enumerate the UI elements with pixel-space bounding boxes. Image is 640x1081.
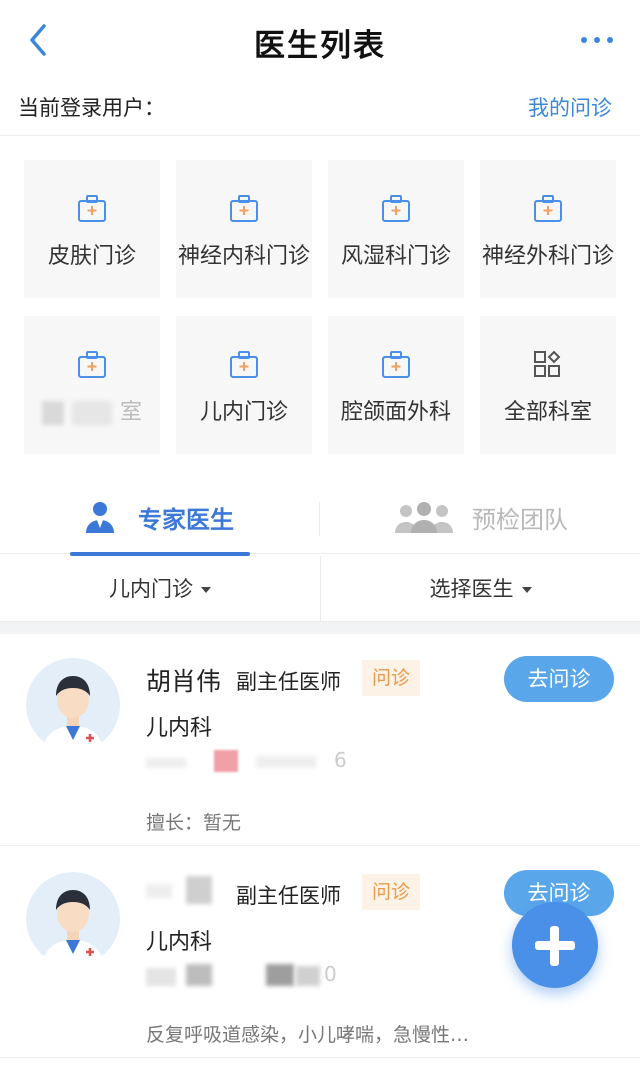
doctor-department: 儿内科 <box>146 930 213 955</box>
medical-kit-icon <box>382 195 410 222</box>
doctor-avatar <box>26 872 120 966</box>
doctor-specialty: 擅长：暂无 <box>146 812 242 834</box>
department-item[interactable]: 皮肤门诊 <box>24 160 160 298</box>
department-item[interactable]: 儿内门诊 <box>176 316 312 454</box>
department-label: 神经外科门诊 <box>481 244 614 269</box>
redacted-info: 0 <box>146 962 366 990</box>
section-gap <box>0 622 640 634</box>
department-grid: 皮肤门诊 神经内科门诊 风湿科门诊 神经外科门诊 室 儿内门诊 腔颌面外科 全部… <box>24 160 618 454</box>
medical-kit-icon <box>230 195 258 222</box>
caret-down-icon <box>521 587 532 593</box>
medical-kit-icon <box>78 195 106 222</box>
medical-kit-icon <box>78 351 106 378</box>
doctor-department: 儿内科 <box>146 716 213 741</box>
department-item[interactable]: 室 <box>24 316 160 454</box>
tab-label: 专家医生 <box>138 506 234 534</box>
medical-kit-icon <box>230 351 258 378</box>
current-user-label: 当前登录用户： <box>18 96 165 120</box>
department-filter-dropdown[interactable]: 儿内门诊 <box>0 556 320 622</box>
department-item-all[interactable]: 全部科室 <box>480 316 616 454</box>
department-label-redacted: 室 <box>24 394 160 426</box>
doctor-specialty: 反复呼吸道感染，小儿哮喘，急慢性… <box>146 1024 470 1046</box>
doctor-avatar <box>26 658 120 752</box>
medical-kit-icon <box>534 195 562 222</box>
consult-badge: 问诊 <box>362 660 420 696</box>
filter-bar: 儿内门诊 选择医生 <box>0 556 640 622</box>
my-consult-link[interactable]: 我的问诊 <box>528 92 612 122</box>
medical-kit-icon <box>382 351 410 378</box>
department-item[interactable]: 风湿科门诊 <box>328 160 464 298</box>
doctor-filter-dropdown[interactable]: 选择医生 <box>320 556 640 622</box>
department-label: 全部科室 <box>503 400 592 425</box>
page-title: 医生列表 <box>254 28 386 64</box>
department-filter-label: 儿内门诊 <box>109 577 193 601</box>
consult-badge: 问诊 <box>362 874 420 910</box>
doctor-filter-label: 选择医生 <box>429 577 514 601</box>
tab-expert-doctors[interactable]: 专家医生 <box>70 486 250 556</box>
tab-divider <box>319 502 320 536</box>
redacted-doctor-name <box>146 876 216 906</box>
department-label: 神经内科门诊 <box>177 244 310 269</box>
department-label: 皮肤门诊 <box>47 244 136 269</box>
department-item[interactable]: 神经外科门诊 <box>480 160 616 298</box>
go-consult-button[interactable]: 去问诊 <box>504 656 614 702</box>
department-label: 风湿科门诊 <box>340 244 451 269</box>
department-label: 儿内门诊 <box>199 400 288 425</box>
current-user-bar: 当前登录用户： 我的问诊 <box>0 80 640 136</box>
doctor-icon <box>86 502 114 533</box>
doctor-tabs: 专家医生 预检团队 <box>0 486 640 556</box>
grid-apps-icon <box>534 350 561 377</box>
department-item[interactable]: 腔颌面外科 <box>328 316 464 454</box>
more-icon[interactable] <box>580 30 614 50</box>
department-label: 腔颌面外科 <box>340 400 451 425</box>
doctor-title: 副主任医师 <box>236 670 341 694</box>
tab-precheck-team[interactable]: 预检团队 <box>390 486 590 554</box>
team-icon <box>395 502 453 533</box>
department-item[interactable]: 神经内科门诊 <box>176 160 312 298</box>
doctor-card[interactable]: 胡肖伟 副主任医师 问诊 去问诊 儿内科 6 擅长：暂无 <box>0 634 640 846</box>
tab-label: 预检团队 <box>472 506 568 534</box>
nav-bar: 医生列表 <box>0 0 640 80</box>
caret-down-icon <box>201 587 211 593</box>
doctor-title: 副主任医师 <box>236 884 341 908</box>
add-floating-button[interactable] <box>512 902 598 988</box>
redacted-info: 6 <box>146 748 366 776</box>
doctor-name: 胡肖伟 <box>146 667 222 696</box>
